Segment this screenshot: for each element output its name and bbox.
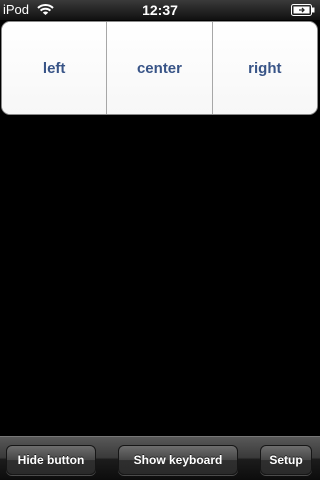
segment-right[interactable]: right — [211, 22, 317, 114]
battery-icon — [291, 4, 315, 16]
hide-button[interactable]: Hide button — [6, 445, 96, 475]
segment-left[interactable]: left — [2, 22, 107, 114]
segment-center[interactable]: center — [106, 22, 212, 114]
bottom-toolbar: Hide button Show keyboard Setup — [0, 436, 320, 480]
segmented-control: left center right — [1, 21, 318, 115]
status-time: 12:37 — [142, 2, 178, 18]
app-screen: iPod 12:37 left center right Hide button… — [0, 0, 320, 480]
show-keyboard-button[interactable]: Show keyboard — [118, 445, 238, 475]
status-bar: iPod 12:37 — [0, 0, 320, 20]
setup-button[interactable]: Setup — [260, 445, 312, 475]
